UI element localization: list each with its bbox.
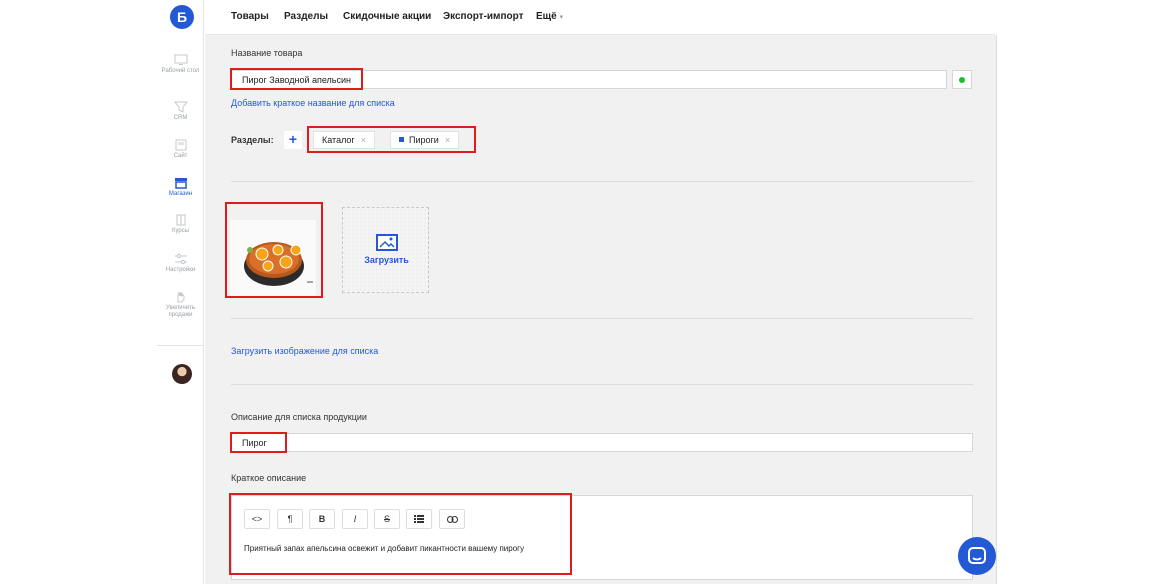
bitrix-logo[interactable]: Б — [170, 5, 194, 29]
funnel-icon — [173, 101, 188, 113]
highlight-box — [229, 493, 572, 575]
sidebar-item-label: Курсы — [171, 228, 190, 234]
nav-more[interactable]: Ещё ▾ — [536, 11, 563, 22]
nav-goods[interactable]: Товары — [231, 11, 269, 22]
product-edit-panel: Название товара Пирог Заводной апельсин … — [205, 35, 997, 584]
product-name-label: Название товара — [231, 48, 303, 58]
hand-icon — [177, 291, 184, 303]
sidebar-item-label: Настройки — [165, 267, 196, 273]
sidebar-item-crm[interactable]: CRM — [157, 101, 204, 122]
sidebar-item-store[interactable]: Магазин — [157, 177, 204, 198]
sliders-icon — [174, 253, 187, 265]
short-description-label: Краткое описание — [231, 473, 307, 483]
sidebar-item-courses[interactable]: Курсы — [157, 214, 204, 235]
sidebar-item-site[interactable]: Сайт — [157, 139, 204, 160]
sidebar-item-label: Рабочий стол — [161, 68, 200, 74]
add-section-button[interactable]: + — [284, 131, 302, 149]
store-icon — [174, 178, 187, 189]
desktop-icon — [174, 54, 187, 65]
sidebar-item-settings[interactable]: Настройки — [157, 253, 204, 274]
nav-export-import[interactable]: Экспорт-импорт — [443, 11, 523, 22]
image-upload-icon — [376, 234, 398, 251]
divider — [231, 318, 973, 319]
sidebar-item-label: CRM — [173, 115, 188, 121]
highlight-box — [225, 202, 323, 298]
upload-label: Загрузить — [364, 255, 409, 265]
chat-button[interactable] — [958, 537, 996, 575]
site-icon — [175, 139, 186, 151]
sidebar-item-desktop[interactable]: Рабочий стол — [157, 54, 204, 75]
top-navigation: Товары Разделы Скидочные акции Экспорт-и… — [205, 0, 995, 35]
divider — [231, 384, 973, 385]
list-description-input[interactable]: Пирог — [231, 433, 973, 452]
sidebar-divider — [157, 345, 204, 346]
sections-label: Разделы: — [231, 135, 274, 145]
left-sidebar: Б Рабочий стол CRM Сайт Магазин Курсы На… — [157, 0, 204, 584]
active-status-toggle[interactable] — [952, 70, 972, 89]
chat-icon — [968, 547, 986, 564]
upload-list-image-link[interactable]: Загрузить изображение для списка — [231, 346, 378, 356]
divider — [231, 181, 973, 182]
chevron-down-icon: ▾ — [559, 14, 564, 21]
nav-discounts[interactable]: Скидочные акции — [343, 11, 431, 22]
highlight-box — [230, 68, 363, 90]
upload-image-button[interactable]: Загрузить — [342, 207, 429, 293]
nav-more-label: Ещё — [536, 11, 557, 22]
list-description-label: Описание для списка продукции — [231, 412, 367, 422]
highlight-box — [307, 126, 476, 153]
sidebar-item-sales[interactable]: Увеличить продажи — [157, 291, 204, 319]
highlight-box — [230, 432, 287, 453]
sidebar-item-label: Магазин — [168, 191, 193, 197]
nav-sections[interactable]: Разделы — [284, 11, 328, 22]
status-dot-icon — [959, 77, 965, 83]
sidebar-item-label: Увеличить продажи — [166, 305, 195, 318]
courses-icon — [176, 214, 185, 226]
user-avatar[interactable] — [172, 364, 192, 384]
add-short-name-link[interactable]: Добавить краткое название для списка — [231, 98, 395, 108]
sidebar-item-label: Сайт — [173, 153, 188, 159]
